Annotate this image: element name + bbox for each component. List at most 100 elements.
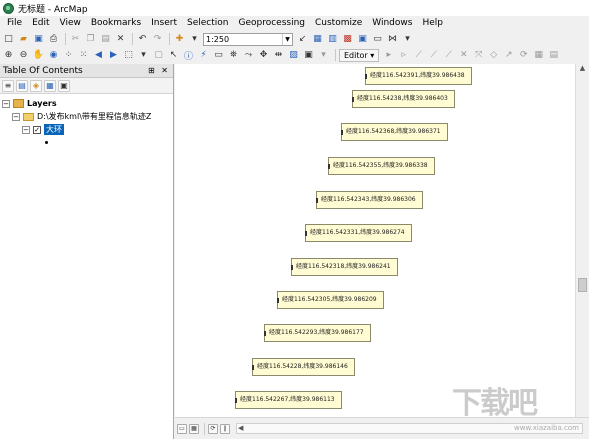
pan-hand-icon[interactable]: ✋ bbox=[32, 49, 45, 62]
pause-drawing-icon[interactable]: ∥ bbox=[220, 423, 230, 434]
full-extent-icon[interactable]: ◉ bbox=[47, 49, 60, 62]
identify-icon[interactable]: ⓘ bbox=[182, 49, 195, 62]
layer-name[interactable]: 大环 bbox=[44, 124, 64, 135]
search-window-icon[interactable]: ⋈ bbox=[386, 33, 399, 46]
map-view[interactable]: 经度116.542391,纬度39.986438 经度116.54238,纬度39… bbox=[175, 64, 575, 417]
layer-visibility-checkbox[interactable]: ✓ bbox=[33, 125, 41, 134]
undo-icon[interactable]: ↶ bbox=[136, 33, 149, 46]
edit-annotation-icon[interactable]: ▹ bbox=[397, 49, 410, 62]
menu-help[interactable]: Help bbox=[417, 16, 448, 31]
editor-menu-button[interactable]: Editor ▾ bbox=[339, 48, 380, 62]
forward-extent-icon[interactable]: ▶ bbox=[107, 49, 120, 62]
menu-windows[interactable]: Windows bbox=[367, 16, 417, 31]
point-symbol-icon[interactable] bbox=[45, 141, 48, 144]
paste-icon[interactable]: ▤ bbox=[99, 33, 112, 46]
trace-icon[interactable]: ⟋ bbox=[427, 49, 440, 62]
fixed-zoom-in-icon[interactable]: ⁘ bbox=[62, 49, 75, 62]
catalog-icon[interactable]: ▥ bbox=[326, 33, 339, 46]
collapse-icon[interactable]: − bbox=[22, 125, 30, 134]
save-icon[interactable]: ▣ bbox=[32, 33, 45, 46]
coordinate-label[interactable]: 经度116.542355,纬度39.986338 bbox=[328, 157, 435, 175]
redo-icon[interactable]: ↷ bbox=[151, 33, 164, 46]
add-data-dropdown-icon[interactable]: ▾ bbox=[188, 33, 201, 46]
zoom-out-icon[interactable]: ⊖ bbox=[17, 49, 30, 62]
coordinate-label[interactable]: 经度116.542331,纬度39.986274 bbox=[305, 224, 412, 242]
find-route-icon[interactable]: ⤳ bbox=[242, 49, 255, 62]
straight-segment-icon[interactable]: ⟋ bbox=[412, 49, 425, 62]
coordinate-label[interactable]: 经度116.542305,纬度39.986209 bbox=[277, 291, 384, 309]
fixed-zoom-out-icon[interactable]: ⁙ bbox=[77, 49, 90, 62]
options-icon[interactable]: ▣ bbox=[58, 79, 70, 92]
list-by-source-icon[interactable]: ▤ bbox=[16, 79, 28, 92]
data-view-icon[interactable]: ▦ bbox=[189, 423, 199, 434]
edit-vertices-icon[interactable]: ✕ bbox=[457, 49, 470, 62]
coordinate-label[interactable]: 经度116.542343,纬度39.986306 bbox=[316, 191, 423, 209]
print-icon[interactable]: ⎙ bbox=[47, 33, 60, 46]
coordinate-label[interactable]: 经度116.542267,纬度39.986113 bbox=[235, 391, 342, 409]
zoom-in-icon[interactable]: ⊕ bbox=[2, 49, 15, 62]
rotate-icon[interactable]: ⟳ bbox=[517, 49, 530, 62]
menu-selection[interactable]: Selection bbox=[182, 16, 233, 31]
menu-customize[interactable]: Customize bbox=[310, 16, 367, 31]
back-extent-icon[interactable]: ◀ bbox=[92, 49, 105, 62]
scrollbar-thumb[interactable] bbox=[578, 278, 587, 292]
sketch-properties-icon[interactable]: ▤ bbox=[547, 49, 560, 62]
attributes-icon[interactable]: ▦ bbox=[532, 49, 545, 62]
collapse-icon[interactable]: − bbox=[2, 99, 10, 108]
edit-tool-icon[interactable]: ▸ bbox=[382, 49, 395, 62]
coordinate-label[interactable]: 经度116.54238,纬度39.986403 bbox=[352, 90, 455, 108]
map-vertical-scrollbar[interactable]: ▲ bbox=[575, 64, 589, 417]
menu-view[interactable]: View bbox=[55, 16, 86, 31]
hyperlink-icon[interactable]: ⚡ bbox=[197, 49, 210, 62]
open-folder-icon[interactable]: ▰ bbox=[17, 33, 30, 46]
menu-bookmarks[interactable]: Bookmarks bbox=[86, 16, 146, 31]
tree-row-folder[interactable]: − D:\发布kml\带有里程信息轨迹Z bbox=[0, 110, 173, 123]
point-icon[interactable]: ⟋ bbox=[442, 49, 455, 62]
clear-selection-icon[interactable]: ▢ bbox=[152, 49, 165, 62]
coordinate-label[interactable]: 经度116.542293,纬度39.986177 bbox=[264, 324, 371, 342]
goto-xy-icon[interactable]: ✥ bbox=[257, 49, 270, 62]
toolbar-overflow-icon[interactable]: ▾ bbox=[401, 33, 414, 46]
copy-icon[interactable]: ❐ bbox=[84, 33, 97, 46]
select-dropdown-icon[interactable]: ▾ bbox=[137, 49, 150, 62]
reshape-icon[interactable]: ⤧ bbox=[472, 49, 485, 62]
toolbar-overflow-icon[interactable]: ▾ bbox=[317, 49, 330, 62]
map-scale-select[interactable]: 1:250 ▼ bbox=[203, 32, 293, 46]
coordinate-label[interactable]: 经度116.542318,纬度39.986241 bbox=[291, 258, 398, 276]
measure-icon[interactable]: ⇹ bbox=[272, 49, 285, 62]
menu-edit[interactable]: Edit bbox=[27, 16, 54, 31]
menu-file[interactable]: File bbox=[2, 16, 27, 31]
menu-geoprocessing[interactable]: Geoprocessing bbox=[233, 16, 310, 31]
coordinate-label[interactable]: 经度116.542368,纬度39.986371 bbox=[341, 123, 448, 141]
model-builder-icon[interactable]: ▭ bbox=[371, 33, 384, 46]
tree-row-symbol[interactable] bbox=[0, 136, 173, 149]
scroll-up-icon[interactable]: ▲ bbox=[576, 64, 589, 76]
time-slider-icon[interactable]: ▨ bbox=[287, 49, 300, 62]
list-by-drawing-order-icon[interactable]: ≡ bbox=[2, 79, 14, 92]
list-by-visibility-icon[interactable]: ◈ bbox=[30, 79, 42, 92]
scroll-left-icon[interactable]: ◀ bbox=[238, 424, 243, 432]
split-icon[interactable]: ↗ bbox=[502, 49, 515, 62]
html-popup-icon[interactable]: ▭ bbox=[212, 49, 225, 62]
arctoolbox-icon[interactable]: ▩ bbox=[341, 33, 354, 46]
tree-row-layers[interactable]: − Layers bbox=[0, 97, 173, 110]
python-window-icon[interactable]: ▣ bbox=[356, 33, 369, 46]
list-by-selection-icon[interactable]: ▦ bbox=[44, 79, 56, 92]
toc-window-controls[interactable]: ⊞ ✕ bbox=[148, 66, 170, 75]
tree-row-layer[interactable]: − ✓ 大环 bbox=[0, 123, 173, 136]
find-icon[interactable]: ⛯ bbox=[227, 49, 240, 62]
cut-icon[interactable]: ✂ bbox=[69, 33, 82, 46]
coordinate-label[interactable]: 经度116.54228,纬度39.986146 bbox=[252, 358, 355, 376]
coordinate-label[interactable]: 经度116.542391,纬度39.986438 bbox=[365, 67, 472, 85]
menu-insert[interactable]: Insert bbox=[146, 16, 182, 31]
new-document-icon[interactable]: □ bbox=[2, 33, 15, 46]
viewer-window-icon[interactable]: ▣ bbox=[302, 49, 315, 62]
add-data-icon[interactable]: ✚ bbox=[173, 33, 186, 46]
refresh-icon[interactable]: ⟳ bbox=[208, 423, 218, 434]
table-of-contents-icon[interactable]: ▦ bbox=[311, 33, 324, 46]
select-elements-icon[interactable]: ↖ bbox=[167, 49, 180, 62]
collapse-icon[interactable]: − bbox=[12, 112, 20, 121]
layout-view-icon[interactable]: ▭ bbox=[177, 423, 187, 434]
delete-icon[interactable]: ✕ bbox=[114, 33, 127, 46]
editor-toolbar-icon[interactable]: ↙ bbox=[296, 33, 309, 46]
